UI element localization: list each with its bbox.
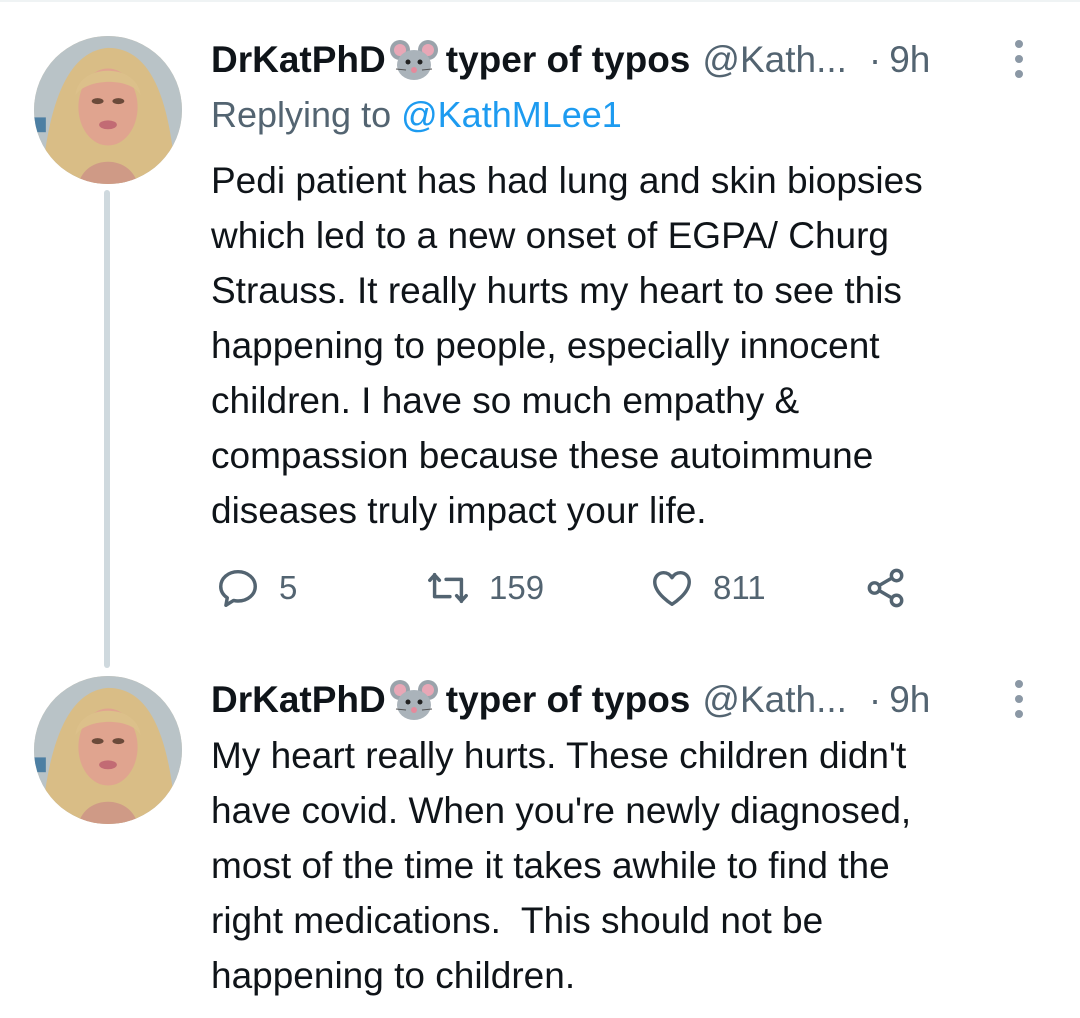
avatar[interactable] xyxy=(34,36,182,184)
tweet-header: DrKatPhD typer of typos @Kath... · 9h xyxy=(211,34,990,86)
separator-dot: · xyxy=(868,39,882,80)
timestamp[interactable]: 9h xyxy=(889,39,930,81)
avatar[interactable] xyxy=(34,676,182,824)
tweet-text: Pedi patient has had lung and skin biops… xyxy=(211,160,923,531)
like-count: 811 xyxy=(713,569,766,606)
timestamp[interactable]: 9h xyxy=(889,679,930,721)
heart-icon xyxy=(653,570,691,607)
more-options-icon[interactable] xyxy=(1014,40,1024,78)
share-icon xyxy=(867,568,904,608)
mouse-emoji-icon xyxy=(389,40,438,80)
tweet-actions: 5 159 811 xyxy=(211,560,971,616)
display-name-suffix[interactable]: typer of typos xyxy=(446,39,691,81)
tweet-1[interactable]: DrKatPhD typer of typos @Kath... · 9h Re… xyxy=(0,0,1080,668)
avatar-photo xyxy=(34,676,182,824)
separator-dot: · xyxy=(868,679,882,720)
reply-button[interactable]: 5 xyxy=(215,560,297,616)
like-button[interactable]: 811 xyxy=(649,560,766,616)
reply-icon xyxy=(219,569,257,607)
more-options-icon[interactable] xyxy=(1014,680,1024,718)
replying-to: Replying to @KathMLee1 xyxy=(211,94,622,136)
user-handle[interactable]: @Kath... xyxy=(702,679,847,721)
display-name-suffix[interactable]: typer of typos xyxy=(446,679,691,721)
replying-to-handle[interactable]: @KathMLee1 xyxy=(401,94,622,135)
mouse-emoji-icon xyxy=(389,680,438,720)
avatar-photo xyxy=(34,36,182,184)
share-button[interactable] xyxy=(863,560,927,616)
tweet-text: My heart really hurts. These children di… xyxy=(211,735,912,996)
reply-count: 5 xyxy=(279,569,298,606)
retweet-count: 159 xyxy=(489,569,545,606)
display-name[interactable]: DrKatPhD xyxy=(211,39,386,81)
tweet-header: DrKatPhD typer of typos @Kath... · 9h xyxy=(211,674,990,726)
retweet-icon xyxy=(428,572,468,604)
retweet-button[interactable]: 159 xyxy=(425,560,544,616)
display-name[interactable]: DrKatPhD xyxy=(211,679,386,721)
user-handle[interactable]: @Kath... xyxy=(702,39,847,81)
replying-to-label: Replying to xyxy=(211,94,392,135)
tweet-2[interactable]: DrKatPhD typer of typos @Kath... · 9h My… xyxy=(0,660,1080,1018)
thread-line xyxy=(104,190,110,668)
